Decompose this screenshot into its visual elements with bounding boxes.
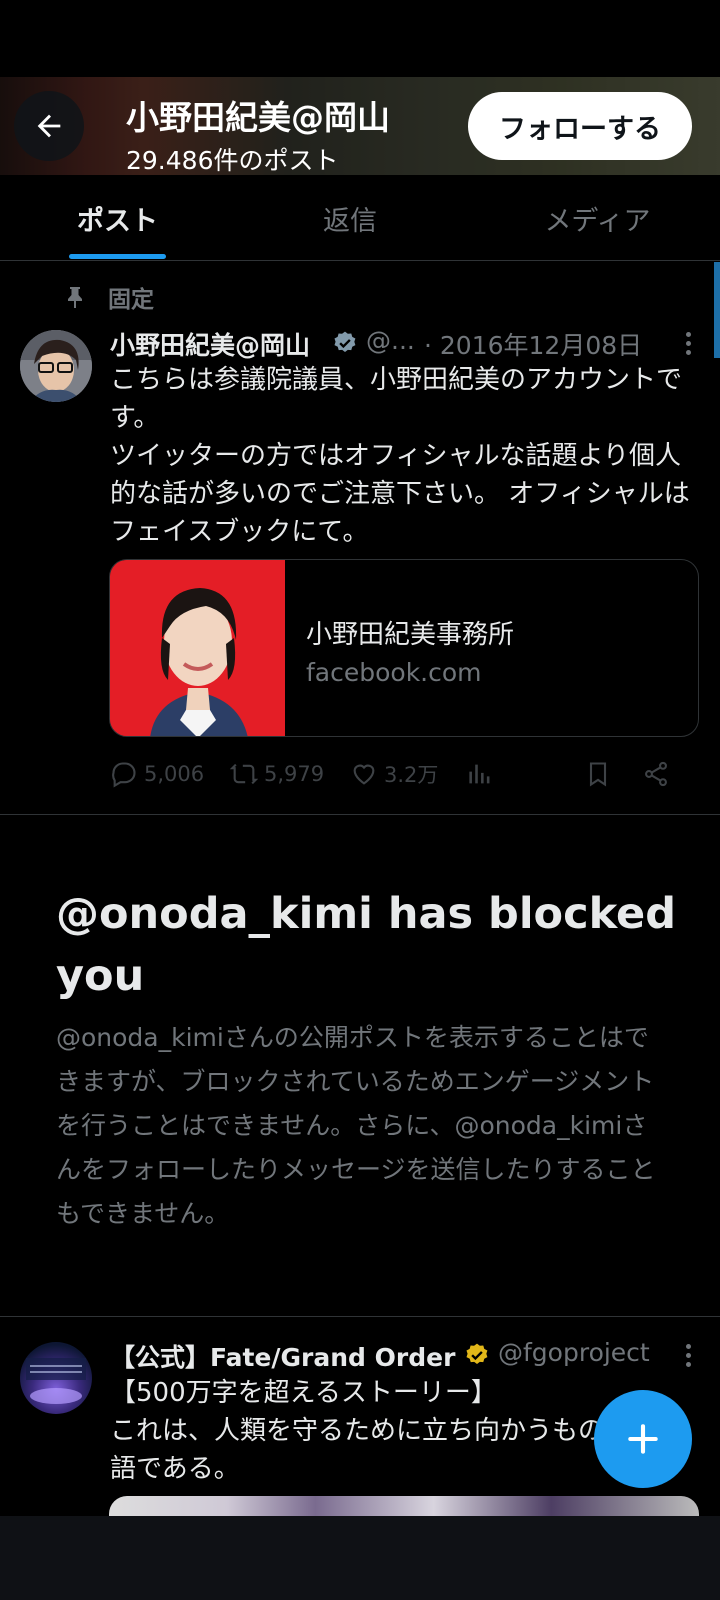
repost-icon [230, 763, 258, 785]
bookmark-icon [589, 762, 607, 787]
blocked-message: @onoda_kimiさんの公開ポストを表示することはできますが、ブロックされて… [56, 1023, 656, 1228]
divider [0, 814, 720, 815]
pinned-label: 固定 [108, 287, 154, 313]
plus-icon [628, 1424, 658, 1454]
profile-header: 小野田紀美@岡山 29.486件のポスト フォローする [0, 77, 720, 175]
link-card-title: 小野田紀美事務所 [306, 620, 515, 650]
more-icon[interactable] [686, 1344, 692, 1371]
like-button[interactable]: 3.2万 [350, 754, 438, 794]
arrow-left-icon [37, 114, 61, 138]
compose-button[interactable] [594, 1390, 692, 1488]
views-button[interactable] [466, 754, 494, 794]
tweet-header: 小野田紀美@岡山 @... · 2016年12月08日 [110, 326, 700, 362]
link-card[interactable]: 小野田紀美事務所 facebook.com [109, 559, 699, 737]
reply-button[interactable]: 5,006 [110, 754, 204, 794]
link-card-image [110, 560, 285, 736]
tweet-author-name[interactable]: 【公式】Fate/Grand Order [110, 1338, 455, 1374]
tweet-author-handle[interactable]: @... [366, 326, 415, 355]
bookmark-button[interactable] [584, 754, 612, 794]
repost-button[interactable]: 5,979 [230, 754, 324, 794]
navigation-bar [0, 1516, 720, 1600]
post-count: 29.486件のポスト [126, 146, 339, 175]
tab-replies[interactable]: 返信 [280, 175, 420, 261]
blocked-title: @onoda_kimi has blocked you [56, 889, 676, 1001]
like-icon [353, 764, 375, 785]
share-button[interactable] [642, 754, 670, 794]
share-icon [645, 761, 667, 787]
repost-count: 5,979 [264, 762, 325, 786]
tweet-text: こちらは参議院議員、小野田紀美のアカウントです。 ツイッターの方ではオフィシャル… [110, 365, 690, 547]
divider [0, 1316, 720, 1317]
scrollbar-thumb[interactable] [714, 262, 720, 358]
avatar[interactable] [20, 330, 92, 402]
back-button[interactable] [14, 91, 84, 161]
like-count: 3.2万 [384, 763, 439, 787]
link-card-domain: facebook.com [306, 658, 482, 687]
pin-icon [68, 287, 82, 308]
tweet-media[interactable] [109, 1496, 699, 1516]
tweet-author-name[interactable]: 小野田紀美@岡山 [110, 326, 310, 362]
active-tab-indicator [69, 254, 166, 259]
follow-button[interactable]: フォローする [468, 92, 692, 160]
tweet-actions: 5,006 5,979 3.2万 [110, 754, 710, 794]
more-icon[interactable] [686, 332, 692, 359]
verified-icon [466, 1343, 488, 1364]
tweet-date[interactable]: · 2016年12月08日 [424, 326, 642, 362]
verified-icon [334, 331, 356, 352]
reply-count: 5,006 [144, 762, 205, 786]
tweet-header: 【公式】Fate/Grand Order @fgoproject [110, 1338, 700, 1374]
avatar[interactable] [20, 1342, 92, 1414]
profile-tabs: ポスト 返信 メディア [0, 175, 720, 261]
profile-name: 小野田紀美@岡山 [126, 98, 390, 137]
tweet-author-handle[interactable]: @fgoproject [498, 1338, 650, 1367]
reply-icon [112, 762, 136, 788]
tab-media[interactable]: メディア [520, 175, 675, 261]
views-icon [469, 764, 490, 784]
pinned-indicator: 固定 [64, 280, 154, 314]
tab-posts[interactable]: ポスト [40, 175, 195, 261]
status-bar [0, 0, 720, 77]
